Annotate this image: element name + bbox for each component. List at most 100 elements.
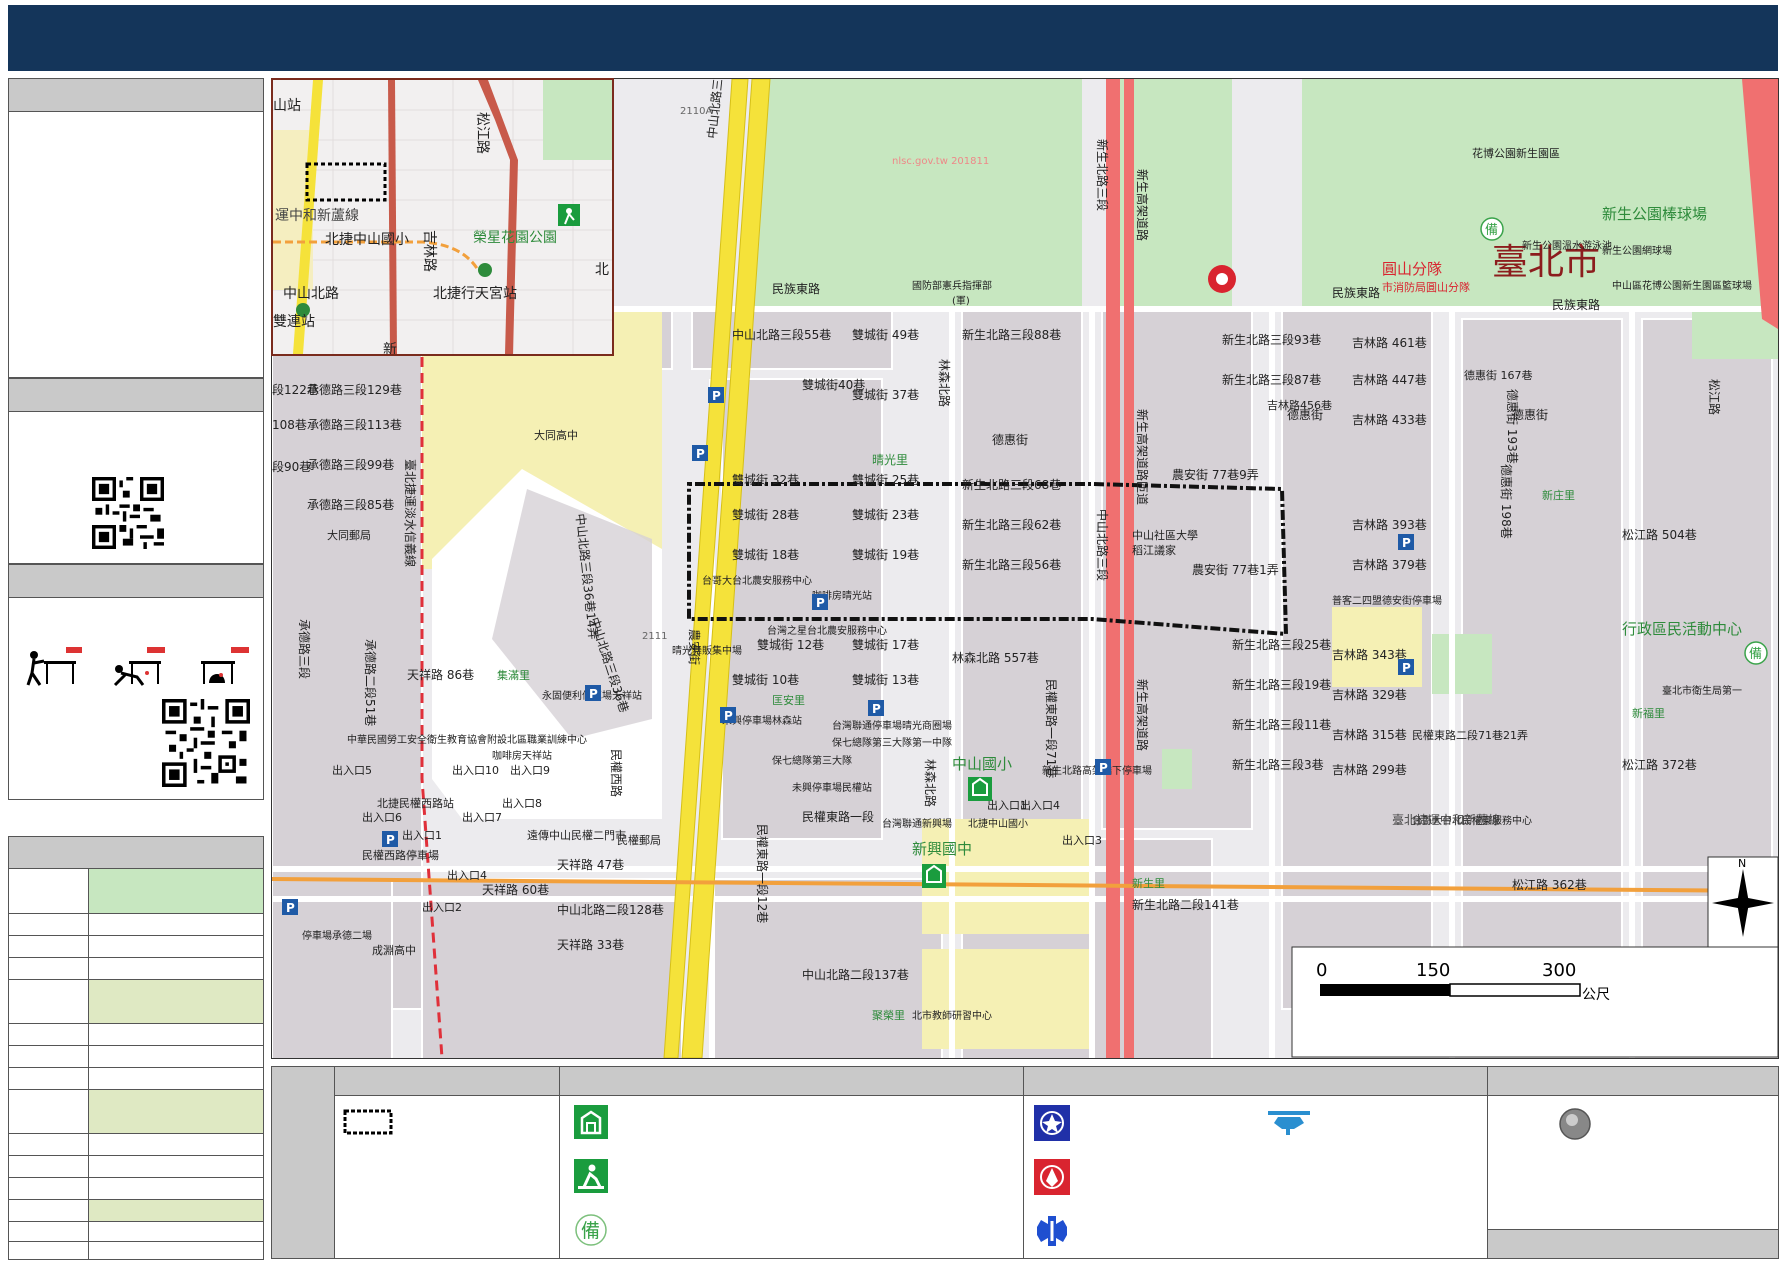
label-exit-8: 出入口8 [502, 796, 542, 810]
label-datong-hs: 大同高中 [534, 428, 578, 442]
label-xinsheng-n-3b: 中山北路三段 [1095, 509, 1110, 581]
table-row [9, 1156, 263, 1178]
qr-code[interactable] [92, 477, 164, 549]
label-fire-bureau: 市消防局圓山分隊 [1382, 280, 1470, 294]
drop-icon [24, 647, 86, 687]
qr-panel-header [9, 379, 263, 412]
label-nongan-st: 農安街 [687, 629, 702, 665]
label-xinsheng-62: 新生北路三段62巷 [962, 517, 1061, 532]
label-minquan-e-rd-3: 民權東路一段71巷 [1044, 679, 1059, 778]
label-huabo-park: 花博公園新生園區 [1472, 146, 1560, 160]
label-exit-6: 出入口6 [362, 810, 402, 824]
table-row [9, 980, 263, 1024]
label-tianxiang-60: 天祥路 60巷 [482, 882, 549, 897]
label-exit-9: 出入口9 [510, 763, 550, 777]
legend-col-area [335, 1067, 560, 1258]
label-chengde-parking: 停車場承德二場 [302, 929, 372, 942]
table-row [9, 1068, 263, 1090]
label-chengde-108: 108巷 [272, 418, 307, 432]
label-exit-10: 出入口10 [452, 763, 499, 777]
label-taipei-health: 臺北市衛生局第一 [1662, 684, 1742, 697]
label-shuangcheng-12: 雙城街 12巷 [757, 638, 824, 652]
label-minquan-e-rd-4: 民權東路二段71巷21弄 [1412, 728, 1528, 742]
label-linsen-n: 林森北路 [937, 359, 952, 407]
label-jilin-393: 吉林路 393巷 [1352, 517, 1427, 532]
table-header [9, 837, 263, 869]
label-songjiang-504: 松江路 504巷 [1622, 527, 1697, 542]
scale-bar: 0 150 300 公尺 [1291, 946, 1778, 1058]
label-yuanshan-team: 圓山分隊 [1382, 260, 1442, 278]
label-shuangcheng-13: 雙城街 13巷 [852, 673, 919, 687]
label-anyong: 匡安里 [772, 693, 805, 707]
label-shuangcheng-23: 雙城街 23巷 [852, 508, 919, 522]
label-songjiang-362: 松江路 362巷 [1512, 877, 1587, 892]
qr-code-2[interactable] [162, 699, 250, 787]
inset-station-zhongshan: 中山北路 [283, 286, 339, 302]
label-yingxiang: 集滿里 [497, 668, 530, 682]
label-minzu-east-left: 民族東路 [772, 281, 820, 296]
svg-text:0: 0 [1316, 960, 1327, 981]
svg-text:備: 備 [581, 1220, 600, 1242]
label-chengde-99: 承德路三段99巷 [307, 457, 394, 472]
label-jingguang: 晴光里 [872, 453, 908, 467]
label-jilin-461: 吉林路 461巷 [1352, 335, 1427, 350]
inset-map[interactable]: 山站 運中和新蘆線 榮星花園公園 北捷中山國小 中山北路 北捷行天宮站 雙連站 … [271, 78, 614, 356]
label-shuangcheng-19: 雙城街 19巷 [852, 548, 919, 562]
label-jilin-343: 吉林路 343巷 [1332, 647, 1407, 662]
marker-icon [1558, 1107, 1592, 1141]
police-icon [1034, 1105, 1070, 1141]
label-route-2111: 2111 [642, 631, 667, 642]
label-defense-command-b: (軍) [952, 295, 970, 307]
label-datong-post: 大同郵局 [327, 528, 371, 542]
svg-text:P: P [724, 709, 733, 723]
table-row [9, 958, 263, 980]
svg-text:P: P [386, 833, 395, 847]
label-chengde-51: 承德路二段51巷 [363, 639, 378, 726]
label-minquan-parking: 民權西路停車場 [362, 848, 439, 862]
label-tianxiang-86: 天祥路 86巷 [407, 667, 474, 682]
label-xinsheng-56: 新生北路三段56巷 [962, 557, 1061, 572]
label-xinsheng-25: 新生北路三段25巷 [1232, 637, 1331, 652]
table-row [9, 1222, 263, 1242]
label-exit-4: 出入口4 [447, 868, 487, 882]
table-row [9, 1090, 263, 1134]
svg-text:備: 備 [1749, 646, 1762, 662]
label-jilin-299: 吉林路 299巷 [1332, 762, 1407, 777]
svg-text:N: N [1738, 857, 1746, 870]
label-yamato: 台灣之星台北農安服務中心 [767, 624, 887, 637]
label-xinsheng-baseball: 新生公園棒球場 [1602, 205, 1707, 223]
svg-text:P: P [1402, 661, 1411, 675]
label-songjiang-372: 松江路 372巷 [1622, 757, 1697, 772]
table-row [9, 869, 263, 914]
label-songjiang-rd: 松江路 [1707, 379, 1722, 415]
label-baoqi-2: 保七總隊第三大隊 [772, 754, 852, 767]
label-mrt-zhonghe: 臺北捷運中和新蘆線 [1392, 812, 1500, 827]
info-panel [8, 78, 264, 378]
legend-col-shelter: 備 [560, 1067, 1024, 1258]
info-panel-header [9, 79, 263, 112]
refuge-park-icon [574, 1159, 608, 1193]
svg-text:150: 150 [1416, 960, 1450, 981]
label-taiwan-parking: 台灣聯通停車場晴光商圈場 [832, 719, 952, 732]
label-xinsheng-3: 新生北路三段3巷 [1232, 757, 1324, 772]
inset-xin: 新 [383, 342, 397, 354]
svg-text:P: P [816, 596, 825, 610]
label-daocheng: 稻江議家 [1132, 543, 1176, 557]
label-nongan-77-9: 農安街 77巷9弄 [1172, 467, 1259, 482]
shelter-icon [574, 1105, 608, 1139]
label-exit-5: 出入口5 [332, 763, 372, 777]
label-zhongshan-2-137: 中山北路二段137巷 [802, 967, 909, 982]
table-row [9, 1046, 263, 1068]
inset-xingtian: 北捷行天宮站 [433, 286, 517, 302]
svg-text:P: P [872, 702, 881, 716]
table-row [9, 936, 263, 958]
label-nongan-77-1: 農安街 77巷1弄 [1192, 562, 1279, 577]
label-exit-4b: 出入口4 [1020, 798, 1060, 812]
label-xinsheng-87: 新生北路三段87巷 [1222, 372, 1321, 387]
label-jilin-315: 吉林路 315巷 [1332, 727, 1407, 742]
label-tianxiang-47: 天祥路 47巷 [557, 857, 624, 872]
label-minzu-east-2: 民族東路 [1552, 297, 1600, 312]
legend-footer [1488, 1229, 1778, 1258]
inset-songjiang: 松江路 [474, 112, 490, 154]
label-shuangcheng-17: 雙城街 17巷 [852, 638, 919, 652]
